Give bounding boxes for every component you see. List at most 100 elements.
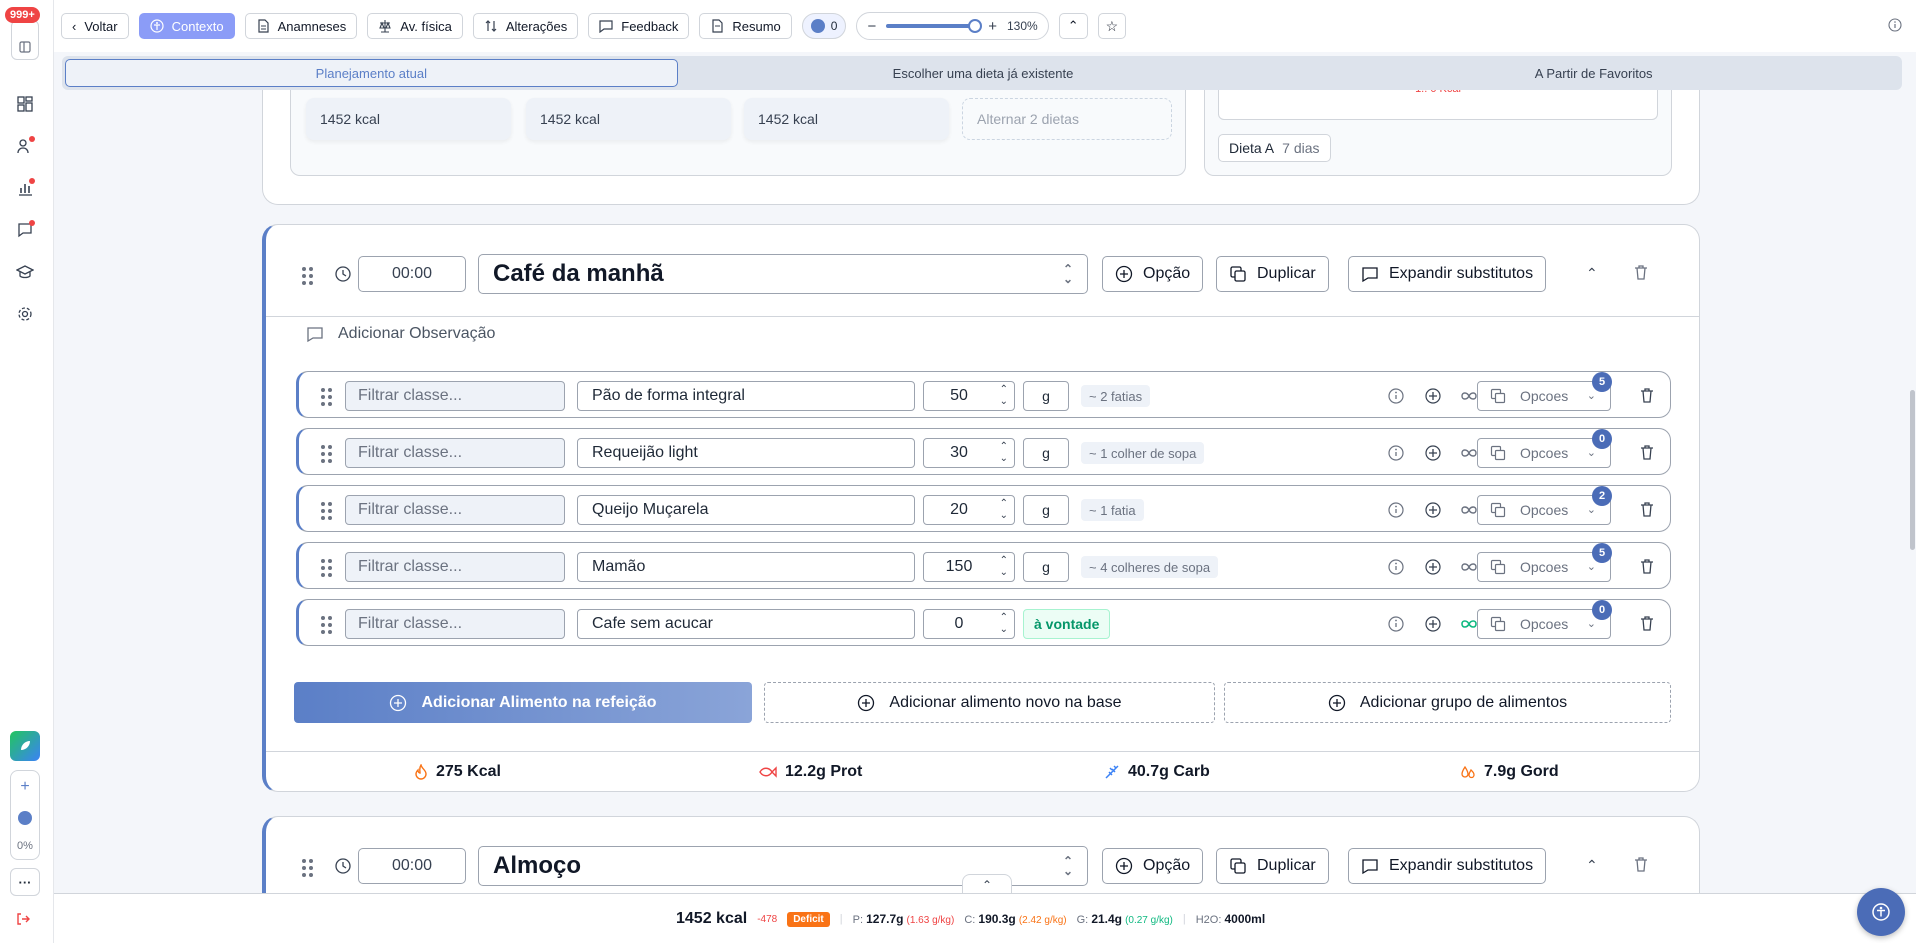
meal-time-input[interactable]: 00:00 xyxy=(358,256,466,292)
food-class-filter[interactable]: Filtrar classe... xyxy=(345,552,565,582)
food-name-input[interactable]: Pão de forma integral xyxy=(577,381,915,411)
changes-button[interactable]: Alterações xyxy=(472,13,579,39)
stepper-icon[interactable]: ⌃ ⌄ xyxy=(1000,384,1008,408)
food-name-input[interactable]: Mamão xyxy=(577,552,915,582)
chat-icon[interactable] xyxy=(15,220,35,240)
infinity-icon[interactable] xyxy=(1459,614,1479,634)
add-observation-button[interactable]: Adicionar Observação xyxy=(306,325,495,343)
dashboard-icon[interactable] xyxy=(15,94,35,114)
diet-kcal-pill[interactable]: 1452 kcal xyxy=(744,98,949,140)
meal-time-input[interactable]: 00:00 xyxy=(358,848,466,884)
info-icon[interactable] xyxy=(1888,18,1902,35)
zoom-slider-thumb[interactable] xyxy=(968,19,983,33)
trash-icon[interactable] xyxy=(1632,263,1650,284)
info-icon[interactable] xyxy=(1386,443,1406,463)
stepper-icon[interactable]: ⌃ ⌄ xyxy=(1000,612,1008,636)
patients-icon[interactable] xyxy=(15,136,35,156)
food-name-input[interactable]: Requeijão light xyxy=(577,438,915,468)
feedback-button[interactable]: Feedback xyxy=(588,13,690,39)
food-unit[interactable]: g xyxy=(1023,381,1069,411)
expand-substitutes-button[interactable]: Expandir substitutos xyxy=(1348,848,1547,884)
trash-icon[interactable] xyxy=(1632,855,1650,876)
drag-handle-icon[interactable] xyxy=(321,502,335,520)
plus-circle-icon[interactable] xyxy=(1423,386,1443,406)
infinity-icon[interactable] xyxy=(1459,386,1479,406)
trash-icon[interactable] xyxy=(1639,557,1655,578)
food-qty-input[interactable]: 20 ⌃ ⌄ xyxy=(923,495,1015,525)
plus-circle-icon[interactable] xyxy=(1423,557,1443,577)
rocket-icon[interactable] xyxy=(10,731,40,761)
diet-kcal-pill[interactable]: 1452 kcal xyxy=(306,98,511,140)
plus-circle-icon[interactable] xyxy=(1423,500,1443,520)
info-icon[interactable] xyxy=(1386,386,1406,406)
more-button[interactable]: ··· xyxy=(10,868,40,896)
plus-circle-icon[interactable] xyxy=(1423,443,1443,463)
minus-icon[interactable]: − xyxy=(867,18,876,35)
stepper-icon[interactable]: ⌃ ⌄ xyxy=(1000,555,1008,579)
food-options-select[interactable]: Opcoes ⌄ 2 xyxy=(1477,486,1612,525)
context-button[interactable]: Contexto xyxy=(138,13,235,39)
duplicate-button[interactable]: Duplicar xyxy=(1216,848,1329,884)
food-name-input[interactable]: Cafe sem acucar xyxy=(577,609,915,639)
anamneses-button[interactable]: Anamneses xyxy=(244,13,358,39)
food-qty-input[interactable]: 150 ⌃ ⌄ xyxy=(923,552,1015,582)
food-qty-input[interactable]: 50 ⌃ ⌄ xyxy=(923,381,1015,411)
food-class-filter[interactable]: Filtrar classe... xyxy=(345,495,565,525)
trash-icon[interactable] xyxy=(1639,386,1655,407)
drag-handle-icon[interactable] xyxy=(302,859,316,877)
notification-badge[interactable]: 999+ xyxy=(5,7,40,23)
add-food-group-button[interactable]: Adicionar grupo de alimentos xyxy=(1224,682,1671,723)
add-new-food-button[interactable]: Adicionar alimento novo na base xyxy=(764,682,1215,723)
trash-icon[interactable] xyxy=(1639,500,1655,521)
food-class-filter[interactable]: Filtrar classe... xyxy=(345,381,565,411)
food-qty-input[interactable]: 0 ⌃ ⌄ xyxy=(923,609,1015,639)
info-icon[interactable] xyxy=(1386,557,1406,577)
accessibility-counter[interactable]: 0 xyxy=(801,13,847,39)
info-icon[interactable] xyxy=(1386,500,1406,520)
tab-current-plan[interactable]: Planejamento atual xyxy=(65,59,678,87)
graduation-cap-icon[interactable] xyxy=(15,262,35,282)
collapse-chevron-icon[interactable]: ⌃ xyxy=(1586,265,1598,282)
back-button[interactable]: ‹ Voltar xyxy=(61,13,129,39)
food-options-select[interactable]: Opcoes ⌄ 0 xyxy=(1477,600,1612,639)
tab-favorites[interactable]: A Partir de Favoritos xyxy=(1288,59,1899,87)
food-unit[interactable]: g xyxy=(1023,438,1069,468)
add-option-button[interactable]: Opção xyxy=(1102,848,1204,884)
stepper-icon[interactable]: ⌃ ⌄ xyxy=(1000,441,1008,465)
drag-handle-icon[interactable] xyxy=(321,445,335,463)
food-options-select[interactable]: Opcoes ⌄ 0 xyxy=(1477,429,1612,468)
food-class-filter[interactable]: Filtrar classe... xyxy=(345,609,565,639)
accessibility-fab[interactable] xyxy=(1857,888,1905,936)
plus-icon[interactable]: + xyxy=(988,18,997,35)
reports-icon[interactable] xyxy=(15,178,35,198)
settings-gear-icon[interactable] xyxy=(15,304,35,324)
info-icon[interactable] xyxy=(1386,614,1406,634)
drag-handle-icon[interactable] xyxy=(321,388,335,406)
tab-existing-diet[interactable]: Escolher uma dieta já existente xyxy=(678,59,1289,87)
food-options-select[interactable]: Opcoes ⌄ 5 xyxy=(1477,372,1612,411)
meal-name-select[interactable]: Café da manhã ⌃ ⌄ xyxy=(478,254,1088,294)
food-options-select[interactable]: Opcoes ⌄ 5 xyxy=(1477,543,1612,582)
trash-icon[interactable] xyxy=(1639,614,1655,635)
drag-handle-icon[interactable] xyxy=(321,559,335,577)
plus-circle-icon[interactable] xyxy=(1423,614,1443,634)
duplicate-button[interactable]: Duplicar xyxy=(1216,256,1329,292)
food-class-filter[interactable]: Filtrar classe... xyxy=(345,438,565,468)
infinity-icon[interactable] xyxy=(1459,557,1479,577)
diet-tag[interactable]: Dieta A 7 dias xyxy=(1218,134,1331,162)
physical-eval-button[interactable]: Av. física xyxy=(367,13,463,39)
sidebar-toggle-button[interactable] xyxy=(11,20,39,60)
infinity-icon[interactable] xyxy=(1459,443,1479,463)
zoom-slider[interactable] xyxy=(886,19,983,33)
infinity-icon[interactable] xyxy=(1459,500,1479,520)
food-name-input[interactable]: Queijo Muçarela xyxy=(577,495,915,525)
logout-icon[interactable] xyxy=(16,912,30,931)
drag-handle-icon[interactable] xyxy=(302,267,316,285)
drag-handle-icon[interactable] xyxy=(321,616,335,634)
stepper-icon[interactable]: ⌃ ⌄ xyxy=(1000,498,1008,522)
expand-substitutes-button[interactable]: Expandir substitutos xyxy=(1348,256,1547,292)
footer-collapse-button[interactable]: ⌃ xyxy=(962,874,1012,894)
favorite-button[interactable]: ☆ xyxy=(1097,13,1127,39)
trash-icon[interactable] xyxy=(1639,443,1655,464)
accessibility-icon[interactable] xyxy=(18,810,32,825)
